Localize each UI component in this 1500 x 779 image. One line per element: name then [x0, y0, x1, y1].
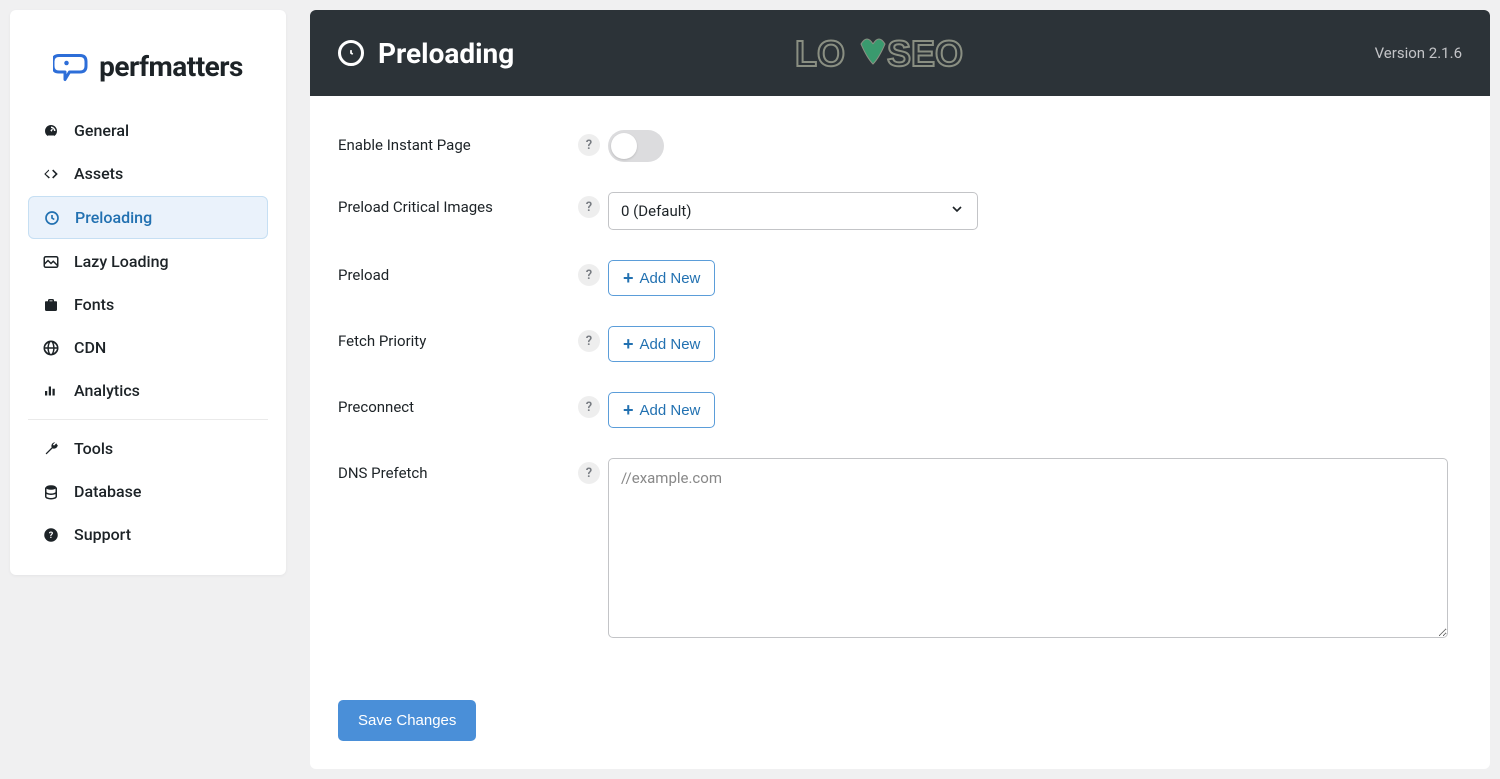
button-label: Add New	[640, 336, 701, 353]
critical-images-select[interactable]: 0 (Default)	[608, 192, 978, 230]
sidebar-item-assets[interactable]: Assets	[28, 153, 268, 194]
sidebar-item-label: Tools	[74, 439, 254, 458]
field-label: Preconnect	[338, 392, 578, 416]
sidebar-item-analytics[interactable]: Analytics	[28, 370, 268, 411]
row-fetch-priority: Fetch Priority ? + Add New	[338, 326, 1462, 362]
main: Preloading LO SEO Version 2.1.6 Enable I…	[310, 10, 1490, 769]
button-label: Add New	[640, 270, 701, 287]
toggle-knob	[611, 133, 637, 159]
row-preload: Preload ? + Add New	[338, 260, 1462, 296]
plus-icon: +	[623, 401, 634, 419]
field-label: Enable Instant Page	[338, 130, 578, 154]
field-label: Preload	[338, 260, 578, 284]
plus-icon: +	[623, 335, 634, 353]
help-tooltip[interactable]: ?	[578, 134, 600, 156]
sidebar-item-label: Assets	[74, 164, 254, 183]
sidebar-item-label: Support	[74, 525, 254, 544]
field-label: Fetch Priority	[338, 326, 578, 350]
help-tooltip[interactable]: ?	[578, 396, 600, 418]
globe-icon	[42, 339, 60, 357]
preconnect-add-button[interactable]: + Add New	[608, 392, 715, 428]
row-preconnect: Preconnect ? + Add New	[338, 392, 1462, 428]
brand-mark-icon	[53, 48, 89, 84]
sidebar-item-label: Analytics	[74, 381, 254, 400]
watermark: LO SEO	[795, 28, 1005, 82]
page-title: Preloading	[378, 37, 514, 70]
code-icon	[42, 165, 60, 183]
svg-text:?: ?	[49, 531, 54, 541]
sidebar-item-preloading[interactable]: Preloading	[28, 196, 268, 239]
help-tooltip[interactable]: ?	[578, 462, 600, 484]
sidebar-item-label: Fonts	[74, 295, 254, 314]
sidebar-item-label: Lazy Loading	[74, 252, 254, 271]
brand-text: perfmatters	[99, 50, 243, 83]
sidebar-item-support[interactable]: ? Support	[28, 514, 268, 555]
sidebar-item-label: Database	[74, 482, 254, 501]
brand-logo: perfmatters	[28, 10, 268, 108]
help-tooltip[interactable]: ?	[578, 264, 600, 286]
field-label: Preload Critical Images	[338, 192, 578, 216]
fetch-priority-add-button[interactable]: + Add New	[608, 326, 715, 362]
briefcase-icon	[42, 296, 60, 314]
preload-add-button[interactable]: + Add New	[608, 260, 715, 296]
sidebar-item-lazy-loading[interactable]: Lazy Loading	[28, 241, 268, 282]
save-button[interactable]: Save Changes	[338, 700, 476, 741]
sidebar-item-cdn[interactable]: CDN	[28, 327, 268, 368]
plus-icon: +	[623, 269, 634, 287]
database-icon	[42, 483, 60, 501]
sidebar: perfmatters General Assets Preloading La…	[10, 10, 286, 575]
select-value: 0 (Default)	[621, 202, 692, 220]
row-preload-critical-images: Preload Critical Images ? 0 (Default)	[338, 192, 1462, 230]
version-label: Version 2.1.6	[1375, 44, 1462, 62]
gauge-icon	[42, 122, 60, 140]
image-icon	[42, 253, 60, 271]
sidebar-item-label: General	[74, 121, 254, 140]
clock-icon	[338, 40, 364, 66]
watermark-text: LO	[795, 33, 845, 74]
sidebar-item-general[interactable]: General	[28, 110, 268, 151]
sidebar-item-label: Preloading	[75, 208, 253, 227]
field-label: DNS Prefetch	[338, 458, 578, 482]
help-tooltip[interactable]: ?	[578, 196, 600, 218]
sidebar-item-database[interactable]: Database	[28, 471, 268, 512]
content: Enable Instant Page ? Preload Critical I…	[310, 96, 1490, 769]
topbar: Preloading LO SEO Version 2.1.6	[310, 10, 1490, 96]
nav-divider	[28, 419, 268, 420]
svg-text:SEO: SEO	[887, 33, 963, 74]
row-enable-instant-page: Enable Instant Page ?	[338, 130, 1462, 162]
clock-icon	[43, 209, 61, 227]
dns-prefetch-textarea[interactable]	[608, 458, 1448, 638]
help-circle-icon: ?	[42, 526, 60, 544]
instant-page-toggle[interactable]	[608, 130, 664, 162]
bar-chart-icon	[42, 382, 60, 400]
row-dns-prefetch: DNS Prefetch ?	[338, 458, 1462, 642]
button-label: Add New	[640, 402, 701, 419]
wrench-icon	[42, 440, 60, 458]
sidebar-item-fonts[interactable]: Fonts	[28, 284, 268, 325]
help-tooltip[interactable]: ?	[578, 330, 600, 352]
sidebar-item-label: CDN	[74, 338, 254, 357]
chevron-down-icon	[949, 201, 965, 221]
sidebar-item-tools[interactable]: Tools	[28, 428, 268, 469]
